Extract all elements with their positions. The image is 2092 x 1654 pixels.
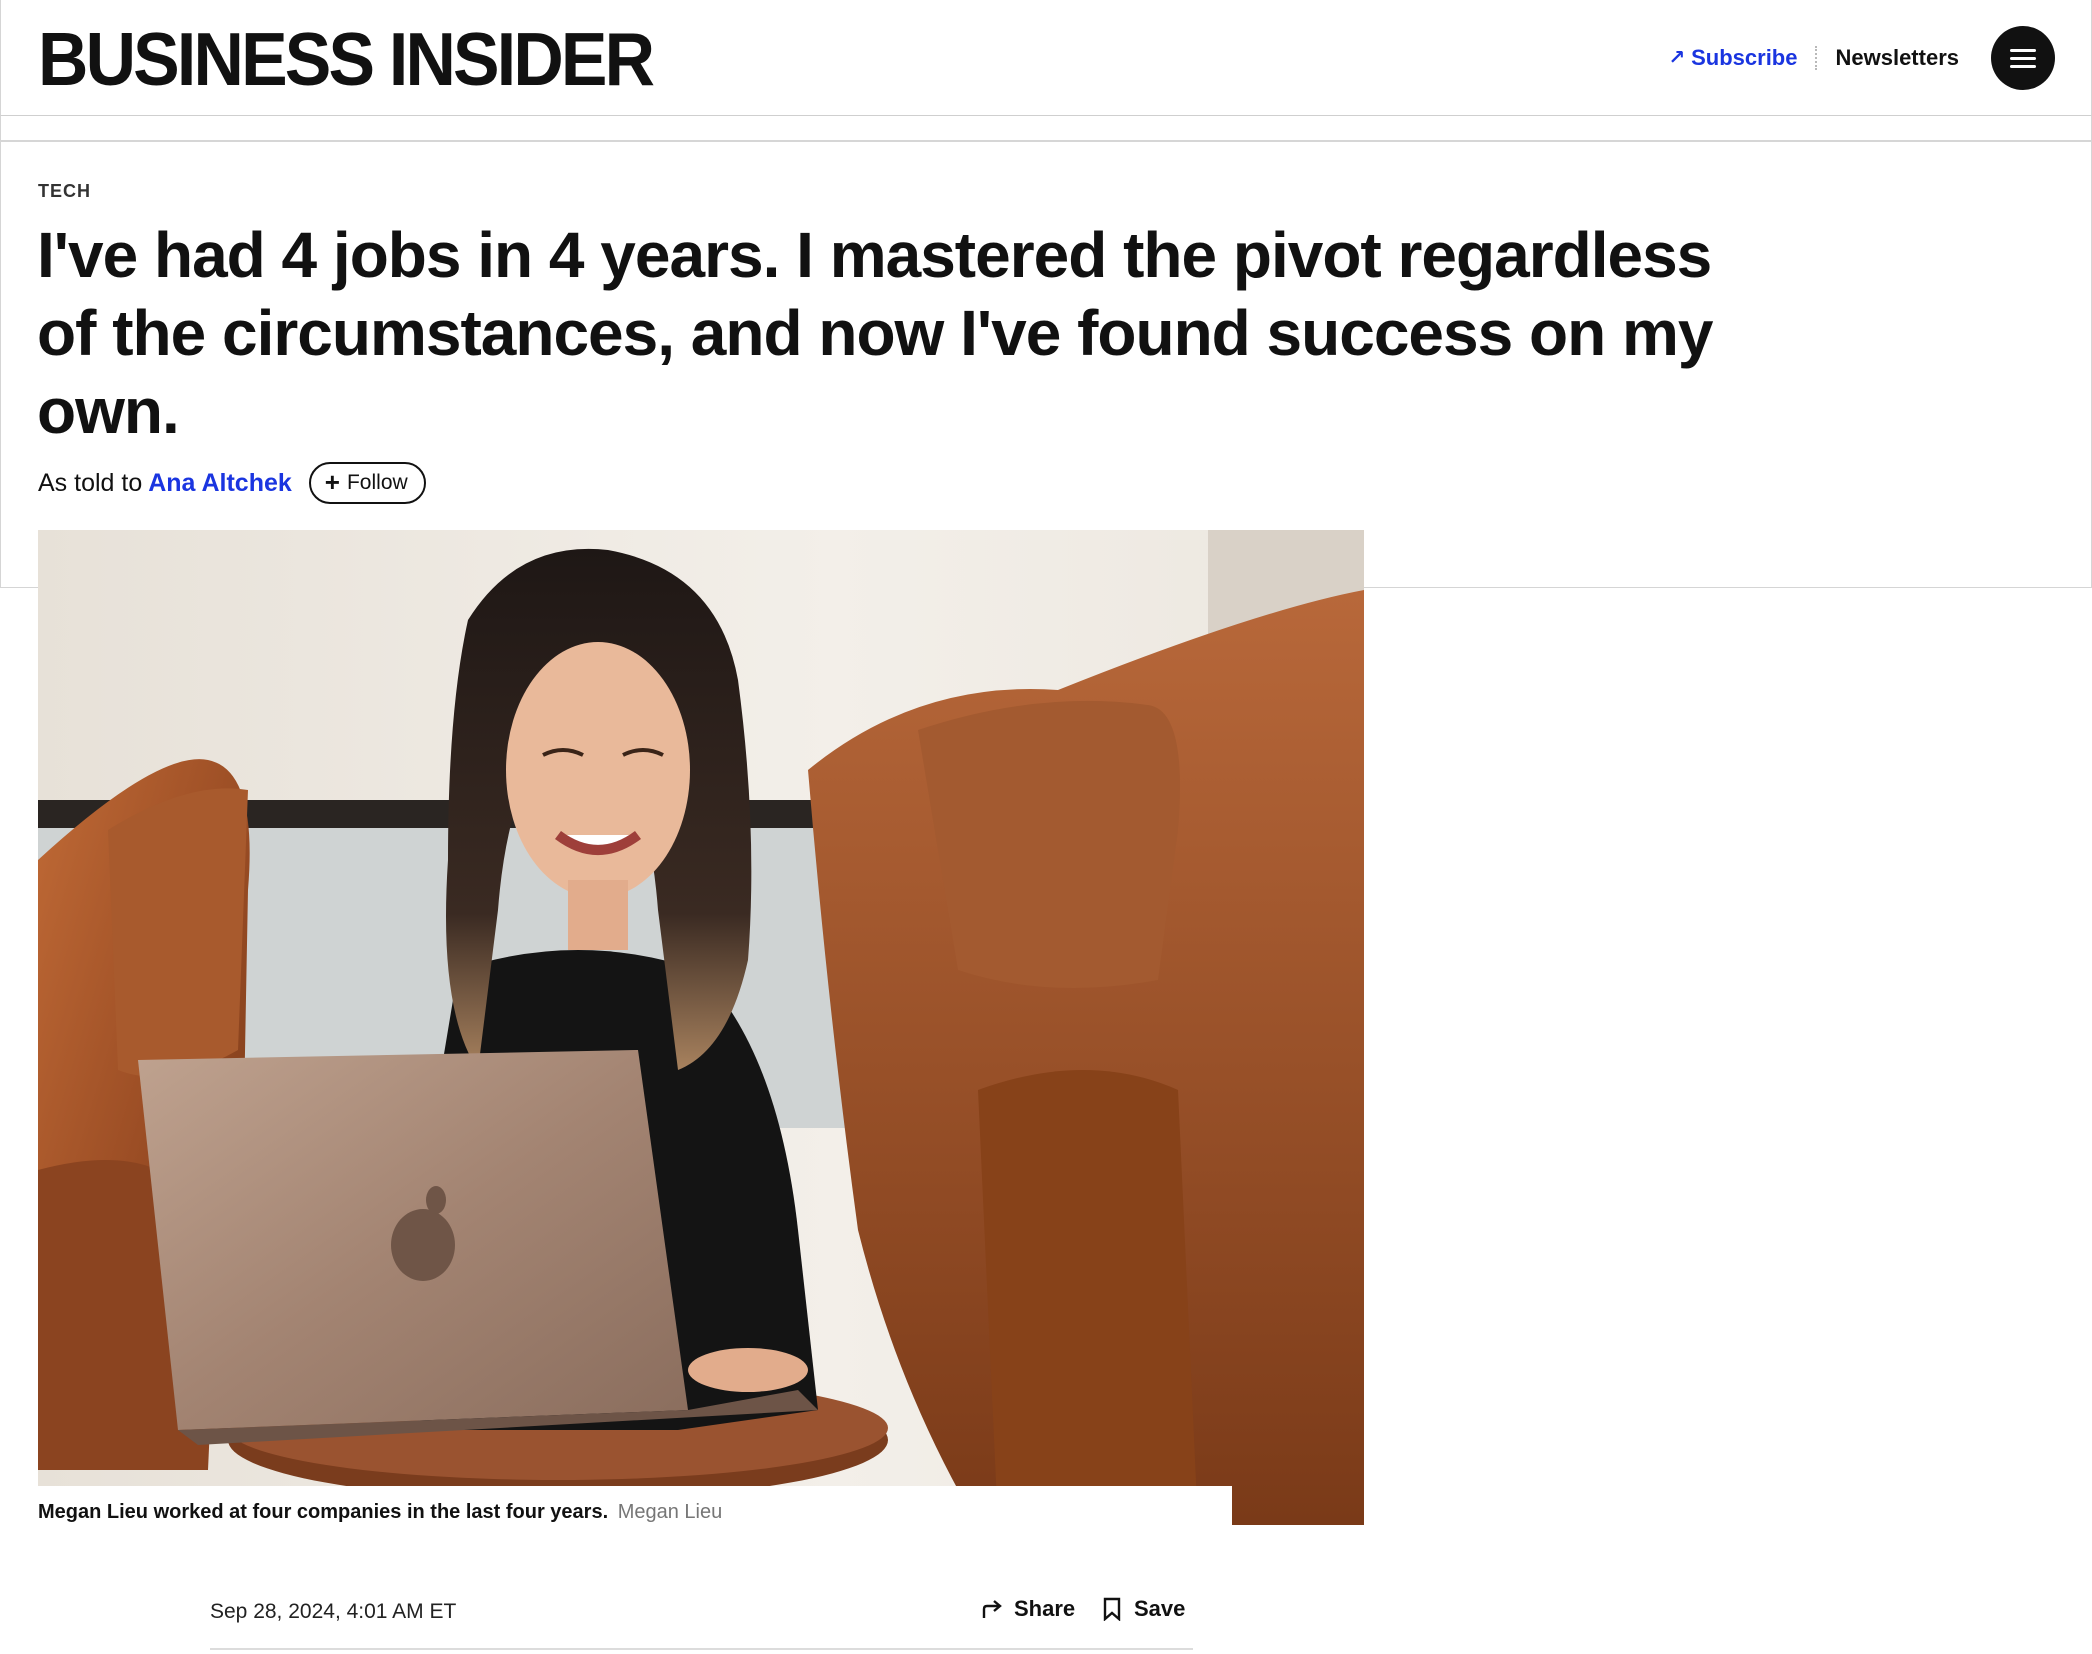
follow-button[interactable]: + Follow bbox=[308, 462, 426, 504]
page: BUSINESS INSIDER ↗ Subscribe Newsletters… bbox=[0, 0, 2092, 1654]
photo-credit: Megan Lieu bbox=[617, 1501, 723, 1523]
follow-label: Follow bbox=[346, 471, 408, 494]
hero-photo bbox=[38, 530, 1364, 1525]
subscribe-link[interactable]: ↗ Subscribe bbox=[1668, 45, 1797, 71]
newsletters-link[interactable]: Newsletters bbox=[1835, 45, 1959, 71]
byline: As told to Ana Altchek + Follow bbox=[38, 462, 426, 504]
arrow-up-right-icon: ↗ bbox=[1668, 47, 1686, 69]
header-subband bbox=[0, 116, 2092, 142]
hamburger-menu-icon-bar bbox=[2010, 64, 2036, 68]
header-actions: ↗ Subscribe Newsletters bbox=[1668, 25, 2055, 91]
header-divider bbox=[1815, 46, 1818, 70]
publish-date: Sep 28, 2024, 4:01 AM ET bbox=[210, 1600, 457, 1623]
hero-image bbox=[38, 530, 1364, 1525]
share-button[interactable]: Share bbox=[980, 1596, 1075, 1622]
author-link[interactable]: Ana Altchek bbox=[148, 469, 292, 498]
site-header: BUSINESS INSIDER ↗ Subscribe Newsletters bbox=[0, 0, 2092, 116]
article-headline: I've had 4 jobs in 4 years. I mastered t… bbox=[37, 219, 1713, 447]
share-arrow-icon bbox=[982, 1600, 1002, 1618]
site-logo[interactable]: BUSINESS INSIDER bbox=[38, 20, 655, 98]
share-label: Share bbox=[1014, 1596, 1076, 1621]
bookmark-icon bbox=[1103, 1597, 1121, 1621]
image-caption: Megan Lieu worked at four companies in t… bbox=[38, 1486, 1232, 1526]
menu-button[interactable] bbox=[1991, 26, 2055, 90]
caption-text: Megan Lieu worked at four companies in t… bbox=[38, 1501, 609, 1523]
hamburger-menu-icon-bar bbox=[2010, 56, 2036, 60]
article-meta-row: Sep 28, 2024, 4:01 AM ET Share Save bbox=[210, 1594, 1193, 1650]
save-button[interactable]: Save bbox=[1100, 1596, 1185, 1622]
hamburger-menu-icon bbox=[2010, 48, 2036, 52]
save-label: Save bbox=[1134, 1596, 1186, 1621]
plus-icon: + bbox=[324, 467, 340, 497]
subscribe-label: Subscribe bbox=[1691, 45, 1798, 70]
byline-prefix: As told to bbox=[38, 468, 143, 497]
article-category[interactable]: TECH bbox=[38, 181, 91, 202]
